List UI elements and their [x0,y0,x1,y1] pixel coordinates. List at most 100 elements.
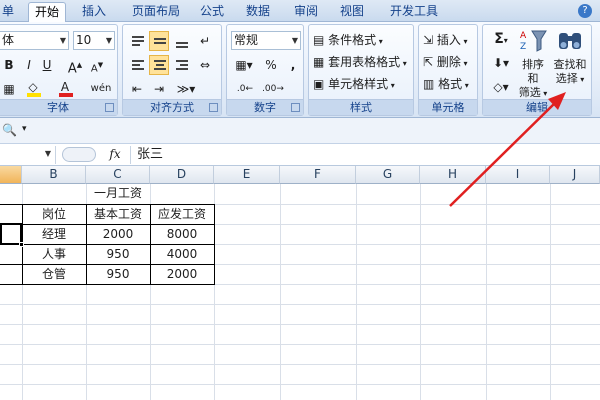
ribbon-tab-bar: 单 开始 插入 页面布局 公式 数据 审阅 视图 开发工具 ? [0,0,600,22]
spreadsheet-grid[interactable]: B C D E F G H I J 一月工资 岗位 基本工资 应发工资 经理 2… [0,166,600,400]
table-cell[interactable]: 8000 [150,225,214,245]
fill-color-icon[interactable]: ◇ [23,79,43,99]
increase-decimal-icon[interactable]: .0← [233,79,257,99]
header-cell[interactable]: 基本工资 [86,205,150,225]
comma-button[interactable]: , [283,55,303,75]
table-title[interactable]: 一月工资 [22,184,214,204]
table-cell[interactable]: 人事 [22,245,86,265]
gridline [280,184,281,400]
format-icon: ▥ [423,77,435,91]
find-select-button[interactable]: 查找和 选择 ▾ [551,27,589,99]
align-bottom-icon[interactable] [171,31,191,51]
merge-center-icon[interactable]: ⇔ [195,55,215,75]
cell-styles-button[interactable]: ▣ 单元格样式 ▾ [313,75,395,95]
gridline [0,364,600,365]
fill-icon[interactable]: ⬇▾ [487,53,515,73]
italic-icon[interactable]: I [19,55,39,75]
delete-icon: ⇱ [423,55,434,69]
table-cell[interactable]: 仓管 [22,265,86,285]
table-cell[interactable]: 4000 [150,245,214,265]
phonetic-icon[interactable]: wén [89,79,113,99]
number-dialog-launcher[interactable]: ↘ [291,103,300,112]
currency-icon[interactable]: ▦▾ [231,55,257,75]
borders-icon[interactable]: ▦ [0,79,19,99]
tab-review[interactable]: 审阅 [288,2,324,22]
svg-text:Z: Z [520,42,526,52]
column-header-e[interactable]: E [214,166,280,184]
font-name-box[interactable]: 体 ▼ [0,31,69,50]
delete-cells-button[interactable]: ⇱ 删除 ▾ [423,53,467,73]
tab-formulas[interactable]: 公式 [194,2,230,22]
align-left-icon[interactable] [127,55,147,75]
table-cell[interactable]: 经理 [22,225,86,245]
wrap-text-icon[interactable]: ↵ [195,31,215,51]
grow-font-icon[interactable]: A▲ [65,55,85,76]
tab-insert[interactable]: 插入 [76,2,112,22]
percent-button[interactable]: % [261,55,281,75]
gridline [486,184,487,400]
increase-indent-icon[interactable]: ⇥ [149,79,169,99]
print-preview-icon[interactable]: 🔍 [2,123,17,137]
format-as-table-button[interactable]: ▦ 套用表格格式 ▾ [313,53,407,73]
column-header-j[interactable]: J [550,166,600,184]
font-color-icon[interactable]: A [55,79,75,99]
number-format-box[interactable]: 常规 ▼ [231,31,301,50]
svg-text:A: A [520,31,527,41]
tab-page-layout[interactable]: 页面布局 [124,2,188,22]
editing-group-label: 编辑 [483,99,591,115]
table-cell[interactable]: 950 [86,265,150,285]
column-header-a[interactable] [0,166,22,184]
orientation-icon[interactable]: ≫▾ [173,79,199,99]
name-box[interactable]: ▼ [0,146,56,164]
column-header-b[interactable]: B [22,166,86,184]
chevron-down-icon: ▼ [59,36,66,45]
insert-function-button[interactable]: fx [104,146,126,164]
table-cell[interactable]: 2000 [86,225,150,245]
align-center-icon[interactable] [149,55,169,75]
header-cell[interactable]: 应发工资 [150,205,214,225]
bold-icon[interactable]: B [0,55,19,75]
decrease-indent-icon[interactable]: ⇤ [127,79,147,99]
font-name-value: 体 [2,33,15,47]
font-dialog-launcher[interactable]: ↘ [105,103,114,112]
clear-icon[interactable]: ◇▾ [487,77,515,97]
decrease-decimal-icon[interactable]: .00→ [261,79,285,99]
column-header-c[interactable]: C [86,166,150,184]
formula-bar: ▼ fx 张三 [0,144,600,166]
insert-icon: ⇲ [423,33,434,47]
shrink-font-icon[interactable]: A▼ [87,55,107,75]
column-header-g[interactable]: G [356,166,420,184]
quick-access-toolbar: 🔍 ▾ [0,118,600,144]
number-format-value: 常规 [234,33,259,47]
conditional-formatting-button[interactable]: ▤ 条件格式 ▾ [313,31,383,51]
column-header-i[interactable]: I [486,166,550,184]
align-middle-icon[interactable] [149,31,169,51]
tab-file[interactable]: 单 [0,2,16,22]
customize-toolbar-icon[interactable]: ▾ [22,124,27,134]
autosum-icon[interactable]: Σ▾ [487,29,515,49]
header-cell[interactable]: 岗位 [22,205,86,225]
font-size-box[interactable]: 10 ▼ [73,31,115,50]
sort-filter-button[interactable]: A Z 排序和 筛选 ▾ [517,27,549,99]
sort-filter-icon: A Z [520,30,547,52]
align-top-icon[interactable] [127,31,147,51]
column-header-h[interactable]: H [420,166,486,184]
format-cells-button[interactable]: ▥ 格式 ▾ [423,75,469,95]
table-cell[interactable]: 950 [86,245,150,265]
table-cell[interactable]: 2000 [150,265,214,285]
insert-cells-button[interactable]: ⇲ 插入 ▾ [423,31,467,51]
tab-view[interactable]: 视图 [334,2,370,22]
formula-scroll-handle[interactable] [62,147,96,162]
alignment-dialog-launcher[interactable]: ↘ [209,103,218,112]
tab-home[interactable]: 开始 [28,2,66,22]
underline-icon[interactable]: U [37,55,57,75]
align-right-icon[interactable] [171,55,191,75]
tab-developer[interactable]: 开发工具 [384,2,444,22]
formula-input[interactable]: 张三 [130,146,600,164]
column-header-f[interactable]: F [280,166,356,184]
help-icon[interactable]: ? [578,4,592,18]
cells-group-label: 单元格 [419,99,477,115]
tab-data[interactable]: 数据 [240,2,276,22]
binoculars-icon [559,33,581,49]
column-header-d[interactable]: D [150,166,214,184]
